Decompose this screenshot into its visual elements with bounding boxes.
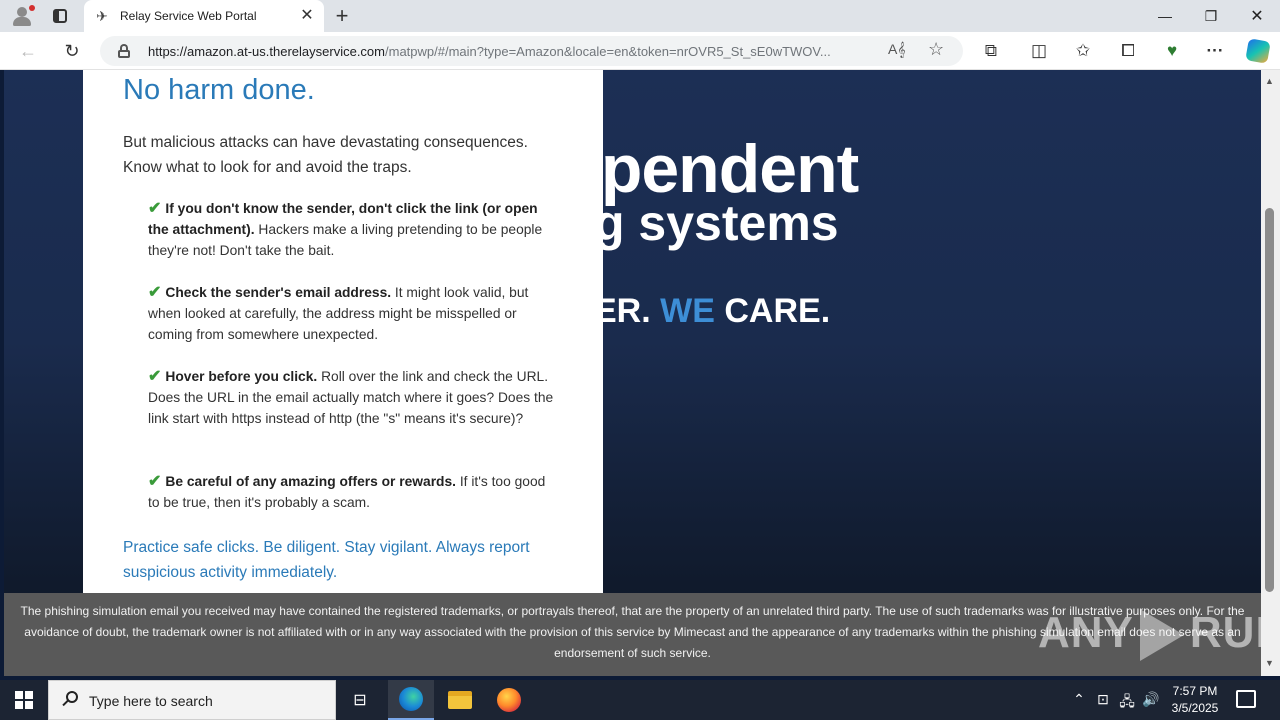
tip-item: ✔ Hover before you click. Roll over the l… (148, 368, 554, 426)
firefox-icon[interactable] (486, 680, 532, 720)
relay-favicon-icon: ✈ (96, 8, 108, 24)
edge-browser-icon[interactable] (388, 680, 434, 720)
back-arrow-icon[interactable]: ← (13, 37, 43, 65)
url-text[interactable]: https://amazon.at-us.therelayservice.com… (148, 44, 878, 59)
card-title: No harm done. (123, 74, 315, 106)
taskbar-search-box[interactable]: Type here to search (48, 680, 336, 720)
tip-item: ✔ Check the sender's email address. It mi… (148, 284, 529, 342)
read-aloud-icon[interactable]: A𝄞 (888, 41, 906, 58)
close-window-button[interactable]: ✕ (1234, 0, 1280, 32)
windows-logo-icon (15, 691, 33, 709)
meet-now-icon[interactable]: ⊡ (1094, 691, 1112, 708)
chevron-up-icon[interactable]: ⌃ (1070, 691, 1088, 708)
taskbar-clock[interactable]: 7:57 PM 3/5/2025 (1160, 683, 1230, 717)
network-icon[interactable]: 🖧 (1118, 691, 1136, 715)
windows-start-button[interactable] (0, 680, 48, 720)
restore-window-button[interactable]: ❐ (1188, 0, 1234, 32)
clock-date: 3/5/2025 (1171, 701, 1219, 715)
card-intro: But malicious attacks can have devastati… (123, 134, 528, 176)
minimize-window-button[interactable]: — (1142, 0, 1188, 32)
refresh-icon[interactable]: ↻ (57, 37, 87, 65)
anyrun-watermark: ANY RUN (1038, 608, 1280, 662)
volume-icon[interactable]: 🔊 (1142, 691, 1160, 708)
close-tab-icon[interactable]: ✕ (298, 7, 316, 25)
browser-tab-active[interactable]: ✈ Relay Service Web Portal ✕ (84, 0, 324, 32)
more-menu-icon[interactable]: ··· (1200, 37, 1230, 65)
tab-title: Relay Service Web Portal (120, 9, 257, 23)
favorite-star-icon[interactable]: ☆ (928, 39, 944, 60)
tip-item: ✔ If you don't know the sender, don't cli… (148, 200, 543, 258)
hero-heading-line2: g systems (594, 195, 839, 251)
new-tab-button[interactable]: + (328, 3, 356, 28)
scrollbar-thumb[interactable] (1265, 208, 1274, 592)
tab-actions-icon[interactable] (46, 4, 74, 28)
tip-item: ✔ Be careful of any amazing offers or rew… (148, 473, 546, 510)
info-card: No harm done. But malicious attacks can … (83, 70, 603, 594)
page-content: ependent g systems ER. WE CARE. No harm … (4, 70, 1261, 676)
card-footer-message: Practice safe clicks. Be diligent. Stay … (123, 539, 530, 581)
extensions-icon[interactable]: ⧉ (976, 37, 1006, 65)
file-explorer-icon[interactable] (437, 680, 483, 720)
scroll-down-arrow-icon[interactable]: ▼ (1265, 658, 1274, 668)
profile-icon[interactable] (8, 4, 36, 28)
address-bar[interactable]: https://amazon.at-us.therelayservice.com… (100, 36, 963, 66)
scroll-up-arrow-icon[interactable]: ▲ (1265, 76, 1274, 86)
search-placeholder: Type here to search (89, 693, 213, 709)
checkmark-icon: ✔ (148, 200, 162, 217)
task-view-icon[interactable]: ⊟ (337, 680, 383, 720)
checkmark-icon: ✔ (148, 473, 162, 490)
browser-essentials-icon[interactable]: ♥ (1157, 37, 1187, 65)
notification-icon[interactable] (1236, 690, 1256, 708)
favorites-icon[interactable]: ✩ (1068, 37, 1098, 65)
collections-icon[interactable]: ⧠ (1113, 37, 1143, 65)
lock-icon[interactable] (118, 44, 130, 58)
windows-taskbar: Type here to search ⊟ ⌃ ⊡ 🖧 🔊 7:57 PM 3/… (0, 680, 1280, 720)
browser-toolbar: ← ↻ https://amazon.at-us.therelayservice… (0, 32, 1280, 70)
checkmark-icon: ✔ (148, 284, 162, 301)
play-icon (1139, 609, 1184, 662)
hero-tagline: ER. WE CARE. (594, 292, 831, 330)
browser-tab-bar: ✈ Relay Service Web Portal ✕ + — ❐ ✕ (0, 0, 1280, 32)
clock-time: 7:57 PM (1172, 684, 1218, 698)
copilot-icon[interactable] (1243, 37, 1273, 65)
search-icon (61, 691, 79, 709)
checkmark-icon: ✔ (148, 368, 162, 385)
split-screen-icon[interactable]: ◫ (1024, 37, 1054, 65)
page-scrollbar[interactable]: ▲ ▼ (1261, 70, 1280, 676)
